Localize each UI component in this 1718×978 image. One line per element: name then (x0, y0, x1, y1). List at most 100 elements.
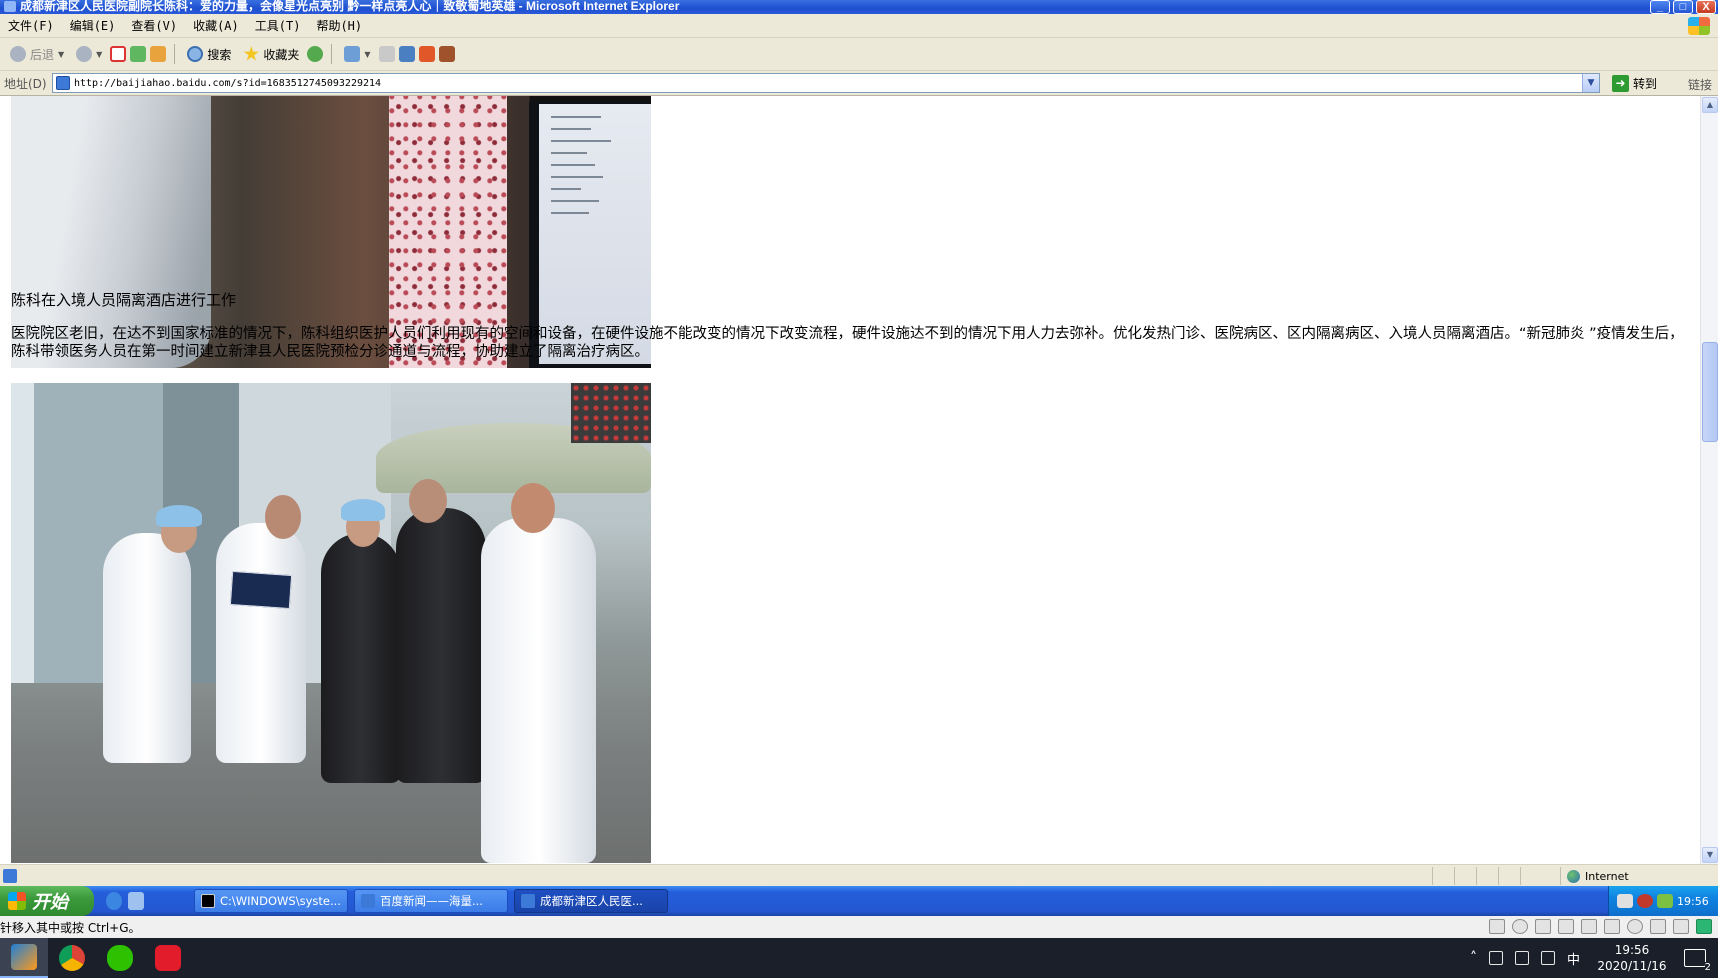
network-icon[interactable] (1540, 951, 1555, 965)
netease-music-app[interactable] (144, 938, 192, 978)
minimize-button[interactable]: _ (1650, 0, 1670, 14)
maximize-button[interactable]: □ (1673, 0, 1693, 14)
menu-edit[interactable]: 编辑(E) (70, 17, 116, 34)
back-dropdown-icon[interactable]: ▼ (58, 50, 64, 59)
quick-launch (106, 892, 144, 910)
vertical-scrollbar[interactable]: ▲ ▼ (1700, 96, 1718, 864)
taobao-icon[interactable] (418, 46, 435, 62)
ime-indicator[interactable]: 中 (1567, 949, 1580, 968)
usb-icon[interactable] (1650, 919, 1666, 934)
task-cmd[interactable]: C:\WINDOWS\syste... (194, 889, 348, 913)
battery-icon[interactable] (1514, 951, 1529, 965)
chrome-icon (59, 945, 85, 971)
printer-icon[interactable] (1558, 919, 1574, 934)
mail-button[interactable]: ▼ (340, 42, 374, 66)
task-article[interactable]: 成都新津区人民医... (514, 889, 668, 913)
show-hidden-icons-icon[interactable]: ˄ (1470, 950, 1477, 966)
tray-app-icon[interactable] (1617, 894, 1633, 908)
host-time: 19:56 (1614, 943, 1650, 957)
menu-bar: 文件(F) 编辑(E) 查看(V) 收藏(A) 工具(T) 帮助(H) (0, 14, 1718, 38)
stop-icon[interactable] (110, 46, 127, 62)
history-icon[interactable] (307, 46, 324, 62)
drive-icon[interactable] (1489, 919, 1505, 934)
ie-page-icon (361, 894, 375, 908)
star-icon (243, 46, 260, 61)
mail-dropdown-icon[interactable]: ▼ (364, 50, 370, 59)
photo-head (265, 495, 301, 539)
disc-icon[interactable] (1512, 919, 1528, 934)
menu-help[interactable]: 帮助(H) (316, 17, 362, 34)
scroll-thumb[interactable] (1702, 342, 1718, 442)
window-controls: _ □ X (1650, 0, 1716, 14)
home-icon[interactable] (150, 46, 167, 62)
photo-surgical-cap (156, 505, 202, 527)
scroll-down-icon[interactable]: ▼ (1702, 847, 1718, 863)
note-icon[interactable] (1696, 919, 1712, 934)
search-label: 搜索 (207, 47, 232, 62)
forward-button[interactable]: ▼ (72, 42, 106, 66)
trash-icon[interactable] (1673, 919, 1689, 934)
favorites-label: 收藏夹 (263, 47, 300, 62)
hint-strip: 针移入其中或按 Ctrl+G。 (0, 916, 1718, 938)
address-field[interactable]: ▼ (52, 73, 1600, 93)
task-label: 百度新闻——海量... (380, 894, 483, 908)
mail-icon (344, 46, 361, 62)
back-button[interactable]: 后退 ▼ (6, 42, 68, 66)
photo-red-blossoms (571, 383, 651, 443)
article-photo-staff (11, 383, 651, 863)
search-button[interactable]: 搜索 (183, 42, 235, 66)
ie-launch-icon[interactable] (106, 892, 122, 910)
menu-view[interactable]: 查看(V) (131, 17, 177, 34)
wireless-icon[interactable] (1627, 919, 1643, 934)
windows-flag-icon (8, 892, 26, 910)
edit-icon[interactable] (398, 46, 415, 62)
host-date: 2020/11/16 (1597, 959, 1667, 973)
close-button[interactable]: X (1696, 0, 1716, 14)
photo-person (396, 508, 486, 783)
start-button[interactable]: 开始 (0, 886, 94, 916)
task-label: C:\WINDOWS\syste... (220, 894, 341, 908)
photo-person (216, 523, 306, 763)
network-icon[interactable] (1535, 919, 1551, 934)
xp-taskbar: 开始 C:\WINDOWS\syste... 百度新闻——海量... 成都新津区… (0, 886, 1718, 916)
volume-icon[interactable] (1488, 951, 1503, 965)
messenger-icon[interactable] (438, 46, 455, 62)
back-arrow-icon (10, 46, 26, 62)
tray-app-icon[interactable] (1637, 894, 1653, 908)
toolbar: 后退 ▼ ▼ 搜索 收藏夹 ▼ (0, 38, 1718, 71)
favorites-button[interactable]: 收藏夹 (239, 42, 303, 66)
show-desktop-icon[interactable] (128, 892, 144, 910)
links-button[interactable]: 链接 (1688, 76, 1712, 93)
print-icon[interactable] (378, 46, 395, 62)
photo-person (103, 533, 191, 763)
page-icon (56, 76, 70, 90)
cmd-icon (201, 894, 215, 908)
mute-icon[interactable] (1604, 919, 1620, 934)
refresh-icon[interactable] (130, 46, 147, 62)
status-bar: Internet (0, 864, 1718, 886)
address-label: 地址(D) (4, 76, 47, 91)
photo-xray-film (229, 570, 293, 610)
virtualbox-app[interactable] (0, 938, 48, 978)
go-button[interactable]: ➜ 转到 (1612, 74, 1657, 92)
scroll-up-icon[interactable]: ▲ (1702, 97, 1718, 113)
forward-dropdown-icon[interactable]: ▼ (96, 50, 102, 59)
menu-favorites[interactable]: 收藏(A) (193, 17, 239, 34)
notification-icon[interactable]: 2 (1684, 949, 1711, 973)
address-dropdown-icon[interactable]: ▼ (1582, 74, 1599, 92)
host-clock[interactable]: 19:56 2020/11/16 (1592, 942, 1672, 974)
menu-file[interactable]: 文件(F) (8, 17, 54, 34)
hint-text: 针移入其中或按 Ctrl+G。 (0, 920, 141, 935)
wechat-app[interactable] (96, 938, 144, 978)
hint-icons (1489, 919, 1712, 934)
menu-tools[interactable]: 工具(T) (255, 17, 301, 34)
address-input[interactable] (74, 77, 1574, 89)
globe-icon (1567, 869, 1580, 883)
task-baidu-news[interactable]: 百度新闻——海量... (354, 889, 508, 913)
chrome-app[interactable] (48, 938, 96, 978)
tray-app-icon[interactable] (1657, 894, 1673, 908)
xp-system-tray: 19:56 (1608, 886, 1718, 916)
notification-count: 2 (1704, 962, 1711, 973)
speaker-icon[interactable] (1581, 919, 1597, 934)
photo-head (511, 483, 555, 533)
